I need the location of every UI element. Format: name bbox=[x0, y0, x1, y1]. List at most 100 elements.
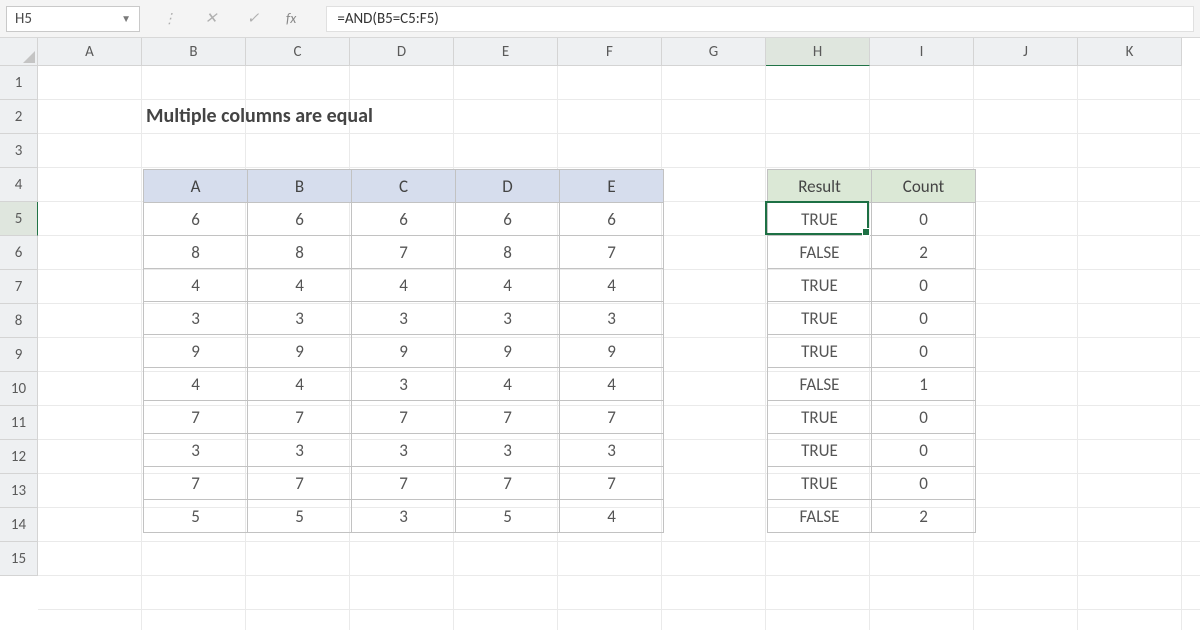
column-header-E[interactable]: E bbox=[454, 38, 558, 66]
data-table-cell[interactable]: 9 bbox=[560, 335, 664, 368]
column-header-J[interactable]: J bbox=[974, 38, 1078, 66]
data-table-cell[interactable]: 7 bbox=[352, 236, 456, 269]
row-header-3[interactable]: 3 bbox=[0, 134, 38, 168]
column-header-A[interactable]: A bbox=[38, 38, 142, 66]
data-table-cell[interactable]: 4 bbox=[248, 269, 352, 302]
data-table-cell[interactable]: 9 bbox=[352, 335, 456, 368]
data-table-cell[interactable]: 6 bbox=[456, 203, 560, 236]
row-header-9[interactable]: 9 bbox=[0, 338, 38, 372]
formula-input[interactable]: =AND(B5=C5:F5) bbox=[326, 6, 1194, 32]
data-table-header[interactable]: A bbox=[144, 170, 248, 203]
data-table-cell[interactable]: 7 bbox=[144, 401, 248, 434]
result-table-cell[interactable]: TRUE bbox=[768, 335, 872, 368]
result-table-cell[interactable]: FALSE bbox=[768, 236, 872, 269]
data-table-header[interactable]: C bbox=[352, 170, 456, 203]
name-box[interactable]: H5 ▼ bbox=[6, 6, 140, 32]
data-table-cell[interactable]: 7 bbox=[352, 401, 456, 434]
data-table-cell[interactable]: 9 bbox=[144, 335, 248, 368]
data-table-cell[interactable]: 4 bbox=[144, 368, 248, 401]
data-table-cell[interactable]: 7 bbox=[144, 467, 248, 500]
result-table-cell[interactable]: TRUE bbox=[768, 302, 872, 335]
data-table-cell[interactable]: 6 bbox=[352, 203, 456, 236]
result-table-cell[interactable]: 2 bbox=[872, 236, 976, 269]
fx-icon[interactable]: fx bbox=[286, 10, 306, 27]
row-header-12[interactable]: 12 bbox=[0, 440, 38, 474]
column-header-B[interactable]: B bbox=[142, 38, 246, 66]
result-table-cell[interactable]: FALSE bbox=[768, 368, 872, 401]
data-table-cell[interactable]: 3 bbox=[560, 302, 664, 335]
data-table-cell[interactable]: 3 bbox=[352, 434, 456, 467]
column-header-D[interactable]: D bbox=[350, 38, 454, 66]
data-table-cell[interactable]: 3 bbox=[144, 302, 248, 335]
column-header-K[interactable]: K bbox=[1078, 38, 1182, 66]
data-table-cell[interactable]: 7 bbox=[248, 401, 352, 434]
row-header-7[interactable]: 7 bbox=[0, 270, 38, 304]
result-table-cell[interactable]: TRUE bbox=[768, 401, 872, 434]
row-header-4[interactable]: 4 bbox=[0, 168, 38, 202]
data-table-cell[interactable]: 3 bbox=[352, 368, 456, 401]
data-table-cell[interactable]: 4 bbox=[352, 269, 456, 302]
enter-icon[interactable]: ✓ bbox=[244, 10, 262, 28]
result-table-cell[interactable]: 0 bbox=[872, 269, 976, 302]
data-table-cell[interactable]: 4 bbox=[560, 269, 664, 302]
result-table-cell[interactable]: 0 bbox=[872, 335, 976, 368]
data-table-header[interactable]: D bbox=[456, 170, 560, 203]
data-table-header[interactable]: B bbox=[248, 170, 352, 203]
result-table-cell[interactable]: TRUE bbox=[768, 203, 872, 236]
result-table-header[interactable]: Count bbox=[872, 170, 976, 203]
result-table-cell[interactable]: 2 bbox=[872, 500, 976, 533]
data-table-cell[interactable]: 8 bbox=[248, 236, 352, 269]
data-table-cell[interactable]: 5 bbox=[456, 500, 560, 533]
name-box-dropdown-icon[interactable]: ▼ bbox=[121, 12, 131, 25]
data-table-cell[interactable]: 4 bbox=[560, 368, 664, 401]
data-table-cell[interactable]: 9 bbox=[456, 335, 560, 368]
data-table-cell[interactable]: 4 bbox=[560, 500, 664, 533]
column-header-G[interactable]: G bbox=[662, 38, 766, 66]
result-table-cell[interactable]: FALSE bbox=[768, 500, 872, 533]
data-table-header[interactable]: E bbox=[560, 170, 664, 203]
result-table-cell[interactable]: 0 bbox=[872, 302, 976, 335]
data-table-cell[interactable]: 7 bbox=[456, 401, 560, 434]
data-table-cell[interactable]: 6 bbox=[144, 203, 248, 236]
row-header-13[interactable]: 13 bbox=[0, 474, 38, 508]
result-table-cell[interactable]: TRUE bbox=[768, 467, 872, 500]
data-table-cell[interactable]: 3 bbox=[352, 302, 456, 335]
data-table-cell[interactable]: 3 bbox=[456, 434, 560, 467]
data-table-cell[interactable]: 3 bbox=[560, 434, 664, 467]
data-table-cell[interactable]: 7 bbox=[456, 467, 560, 500]
row-header-11[interactable]: 11 bbox=[0, 406, 38, 440]
result-table-cell[interactable]: 1 bbox=[872, 368, 976, 401]
row-header-2[interactable]: 2 bbox=[0, 100, 38, 134]
row-header-6[interactable]: 6 bbox=[0, 236, 38, 270]
data-table-cell[interactable]: 3 bbox=[456, 302, 560, 335]
row-header-14[interactable]: 14 bbox=[0, 508, 38, 542]
data-table-cell[interactable]: 5 bbox=[248, 500, 352, 533]
grid-surface[interactable]: Multiple columns are equal ABCDE66666887… bbox=[38, 66, 1200, 630]
data-table-cell[interactable]: 4 bbox=[456, 269, 560, 302]
cancel-icon[interactable]: ✕ bbox=[202, 10, 220, 28]
data-table-cell[interactable]: 3 bbox=[144, 434, 248, 467]
column-header-F[interactable]: F bbox=[558, 38, 662, 66]
data-table-cell[interactable]: 6 bbox=[248, 203, 352, 236]
data-table-cell[interactable]: 7 bbox=[560, 401, 664, 434]
data-table-cell[interactable]: 7 bbox=[560, 236, 664, 269]
row-header-5[interactable]: 5 bbox=[0, 202, 38, 236]
result-table-cell[interactable]: TRUE bbox=[768, 434, 872, 467]
result-table-cell[interactable]: 0 bbox=[872, 467, 976, 500]
data-table-cell[interactable]: 7 bbox=[352, 467, 456, 500]
data-table-cell[interactable]: 3 bbox=[248, 434, 352, 467]
result-table-header[interactable]: Result bbox=[768, 170, 872, 203]
data-table-cell[interactable]: 7 bbox=[248, 467, 352, 500]
column-header-C[interactable]: C bbox=[246, 38, 350, 66]
data-table-cell[interactable]: 6 bbox=[560, 203, 664, 236]
data-table-cell[interactable]: 8 bbox=[456, 236, 560, 269]
column-header-H[interactable]: H bbox=[766, 38, 870, 66]
result-table-cell[interactable]: 0 bbox=[872, 401, 976, 434]
data-table-cell[interactable]: 3 bbox=[352, 500, 456, 533]
data-table-cell[interactable]: 4 bbox=[248, 368, 352, 401]
data-table-cell[interactable]: 4 bbox=[456, 368, 560, 401]
result-table-cell[interactable]: TRUE bbox=[768, 269, 872, 302]
data-table-cell[interactable]: 5 bbox=[144, 500, 248, 533]
data-table-cell[interactable]: 9 bbox=[248, 335, 352, 368]
data-table-cell[interactable]: 3 bbox=[248, 302, 352, 335]
